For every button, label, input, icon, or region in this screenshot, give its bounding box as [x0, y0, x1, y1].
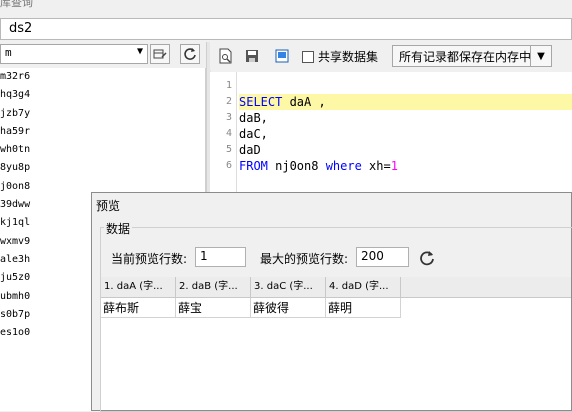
sql-text: daB,	[239, 111, 268, 125]
code-line: FROM nj0on8 where xh=1	[239, 158, 572, 174]
table-list-item[interactable]: hq3g4	[0, 86, 205, 104]
sql-text: daC,	[239, 127, 268, 141]
column-header[interactable]: 3. daC (字...	[251, 277, 326, 297]
code-line: daD	[239, 142, 572, 158]
preview-title: 预览	[96, 199, 121, 213]
sql-text: xh=	[361, 159, 391, 173]
code-line: daC,	[239, 126, 572, 142]
storage-mode-value: 所有记录都保存在内存中	[399, 50, 532, 64]
sql-text: nj0on8	[267, 159, 326, 173]
sql-keyword: FROM	[239, 159, 268, 173]
refresh-icon[interactable]	[180, 44, 200, 64]
current-rows-input[interactable]: 1	[195, 247, 246, 267]
max-rows-label: 最大的预览行数:	[260, 252, 349, 266]
line-number: 5	[225, 144, 232, 155]
sql-number: 1	[390, 159, 398, 173]
line-number: 3	[225, 112, 232, 123]
window-title: 库查询	[0, 0, 33, 9]
query-icon[interactable]	[272, 46, 292, 66]
preview-icon[interactable]	[216, 46, 236, 66]
table-list-item[interactable]: ha59r	[0, 123, 205, 141]
sql-keyword: where	[325, 159, 362, 173]
grid-cell[interactable]: 薛明	[326, 298, 401, 318]
current-rows-label: 当前预览行数:	[111, 252, 188, 266]
max-rows-input[interactable]: 200	[356, 247, 409, 267]
refresh-preview-icon[interactable]	[417, 248, 437, 268]
grid-cell[interactable]: 薛彼得	[251, 298, 326, 318]
line-number: 6	[225, 160, 232, 171]
preview-panel: 预览 数据 当前预览行数: 1 最大的预览行数: 200 1. daA (字..…	[91, 192, 572, 412]
column-header[interactable]: 4. daD (字...	[326, 277, 401, 297]
chevron-down-icon: ▼	[136, 46, 143, 57]
dataset-name-input[interactable]: ds2	[0, 18, 572, 40]
column-header[interactable]: 2. daB (字...	[176, 277, 251, 297]
grid-cell[interactable]: 薛布斯	[101, 298, 176, 318]
table-list-item[interactable]: m32r6	[0, 68, 205, 86]
share-dataset-checkbox[interactable]	[302, 51, 314, 63]
column-header[interactable]: 1. daA (字...	[101, 277, 176, 297]
data-group-label: 数据	[104, 220, 133, 237]
code-line: SELECT daA ,	[239, 94, 572, 110]
grid-header: 1. daA (字... 2. daB (字... 3. daC (字... 4. d…	[101, 277, 571, 298]
sql-keyword: SELECT	[239, 95, 283, 109]
share-dataset-label: 共享数据集	[318, 50, 379, 64]
table-filter-value: m	[5, 46, 12, 59]
edit-table-icon[interactable]	[150, 44, 170, 64]
table-list-item[interactable]: jzb7y	[0, 105, 205, 123]
line-number: 2	[225, 96, 232, 107]
table-list-item[interactable]: wh0tn	[0, 141, 205, 159]
preview-grid: 1. daA (字... 2. daB (字... 3. daC (字... 4. d…	[101, 277, 571, 410]
save-icon[interactable]	[242, 46, 262, 66]
table-filter-combo[interactable]: m ▼	[0, 44, 148, 64]
line-number: 4	[225, 128, 232, 139]
code-line: daB,	[239, 110, 572, 126]
grid-cell[interactable]: 薛宝	[176, 298, 251, 318]
sql-text: daA ,	[282, 95, 326, 109]
storage-mode-select[interactable]: 所有记录都保存在内存中 ▼	[392, 45, 552, 67]
chevron-down-icon: ▼	[530, 46, 551, 66]
line-number: 1	[225, 80, 232, 91]
table-list-item[interactable]: 8yu8p	[0, 159, 205, 177]
sql-text: daD	[239, 143, 261, 157]
